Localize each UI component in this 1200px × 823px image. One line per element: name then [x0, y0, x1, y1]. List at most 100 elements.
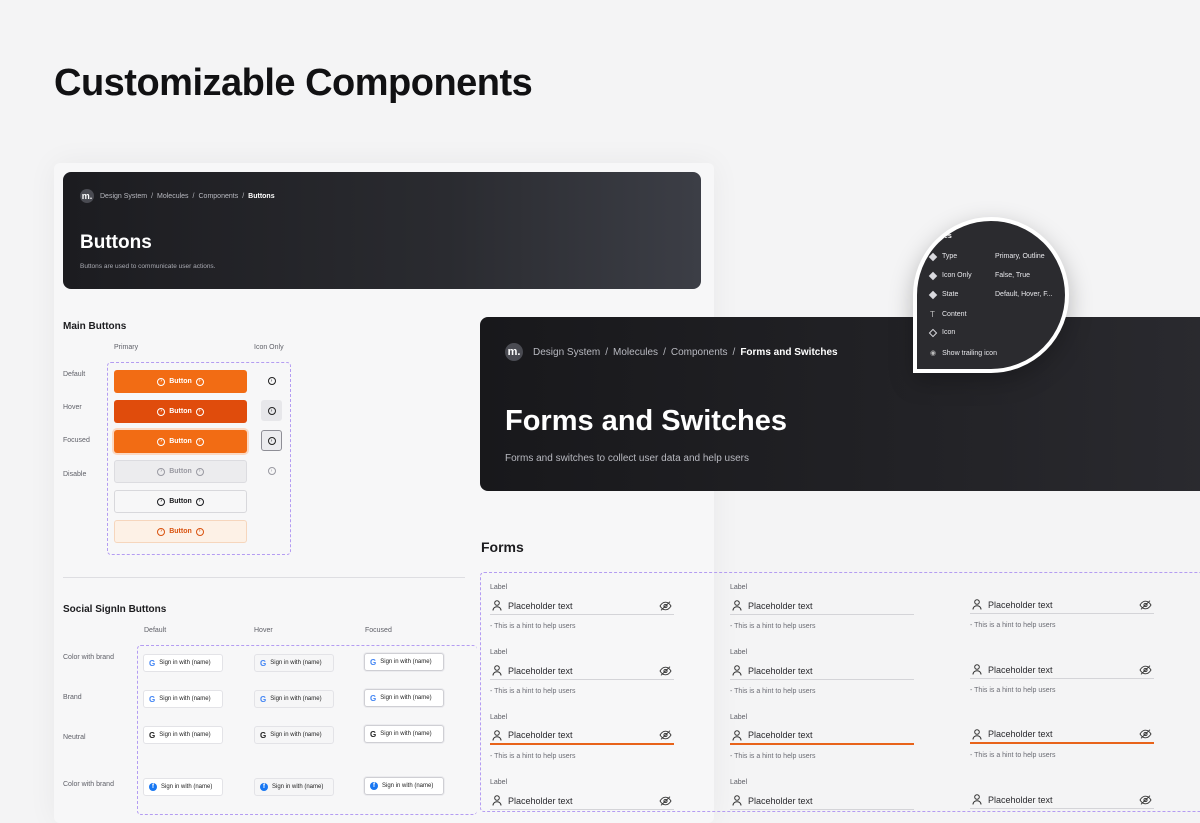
- row-label: Neutral: [63, 734, 86, 741]
- field-label: Label: [730, 779, 748, 786]
- row-label: Brand: [63, 694, 82, 701]
- google-signin-button[interactable]: G Sign in with (name): [143, 654, 223, 672]
- text-input[interactable]: Placeholder text: [490, 727, 674, 745]
- property-row[interactable]: ◉ Show trailing icon: [930, 349, 997, 358]
- eye-off-icon[interactable]: [659, 795, 672, 806]
- hero-subtitle: Buttons are used to communicate user act…: [80, 263, 216, 270]
- input-placeholder: Placeholder text: [508, 665, 573, 676]
- text-input[interactable]: Placeholder text: [970, 791, 1154, 809]
- primary-button-focused[interactable]: › Button ›: [114, 430, 247, 453]
- facebook-icon: f: [149, 783, 157, 791]
- eye-off-icon[interactable]: [1139, 729, 1152, 739]
- property-row[interactable]: T Content: [930, 310, 967, 319]
- text-input[interactable]: Placeholder text: [490, 792, 674, 810]
- user-icon: [492, 665, 502, 676]
- icon-button-disabled: ›: [261, 460, 282, 481]
- arrow-icon: ›: [267, 376, 276, 385]
- facebook-signin-button[interactable]: f Sign in with (name): [143, 778, 223, 796]
- text-input[interactable]: Placeholder text: [970, 726, 1154, 744]
- field-label: Label: [730, 649, 748, 656]
- google-signin-button[interactable]: G Sign in with (name): [254, 726, 334, 744]
- user-icon: [732, 600, 742, 611]
- diamond-outline-icon: [928, 328, 938, 337]
- soft-button[interactable]: › Button ›: [114, 520, 247, 543]
- forms-hero: m. Design System / Molecules / Components /…: [480, 317, 1200, 491]
- text-input[interactable]: Placeholder text: [490, 662, 674, 680]
- user-icon: [732, 729, 742, 741]
- eye-off-icon[interactable]: [659, 665, 672, 676]
- google-signin-button[interactable]: G Sign in with (name): [364, 653, 444, 671]
- eye-icon: ◉: [930, 350, 937, 357]
- icon-button-default[interactable]: ›: [261, 370, 282, 391]
- button-label: Sign in with (name): [380, 731, 432, 737]
- button-label: Sign in with (name): [159, 660, 211, 666]
- eye-off-icon[interactable]: [1139, 664, 1152, 675]
- property-row[interactable]: Icon Only False, True: [928, 271, 1030, 280]
- property-name: Show trailing icon: [942, 349, 997, 357]
- hero-subtitle: Forms and switches to collect user data …: [505, 453, 750, 464]
- breadcrumb-item[interactable]: Components: [199, 193, 239, 200]
- button-label: Sign in with (name): [159, 732, 211, 738]
- hero-title: Buttons: [80, 232, 152, 253]
- arrow-icon: ›: [157, 407, 166, 416]
- property-row[interactable]: State Default, Hover, F...: [928, 290, 1053, 299]
- text-input[interactable]: Placeholder text: [490, 597, 674, 615]
- section-title: Social SignIn Buttons: [63, 604, 167, 615]
- breadcrumb-item[interactable]: Components: [671, 347, 728, 358]
- button-label: Button: [169, 498, 192, 505]
- user-icon: [492, 795, 502, 806]
- breadcrumb-item[interactable]: Molecules: [157, 193, 189, 200]
- google-icon: G: [370, 693, 377, 703]
- google-signin-button[interactable]: G Sign in with (name): [143, 690, 223, 708]
- outline-button[interactable]: › Button ›: [114, 490, 247, 513]
- button-label: Sign in with (name): [161, 784, 213, 790]
- text-input[interactable]: Placeholder text: [730, 727, 914, 745]
- property-row[interactable]: Type Primary, Outline: [928, 252, 1045, 261]
- button-label: Sign in with (name): [159, 696, 211, 702]
- text-input[interactable]: Placeholder text: [730, 792, 914, 810]
- column-label: Default: [144, 627, 167, 634]
- facebook-signin-button[interactable]: f Sign in with (name): [364, 777, 444, 795]
- google-icon: G: [149, 658, 156, 668]
- google-signin-button[interactable]: G Sign in with (name): [254, 654, 334, 672]
- primary-button-hover[interactable]: › Button ›: [114, 400, 247, 423]
- user-icon: [972, 664, 982, 675]
- eye-off-icon[interactable]: [659, 730, 672, 740]
- text-input[interactable]: Placeholder text: [970, 661, 1154, 679]
- field-label: Label: [490, 714, 508, 721]
- row-label: Default: [63, 371, 86, 378]
- breadcrumb: Design System / Molecules / Components / Bu…: [100, 192, 275, 200]
- property-value: Primary, Outline: [995, 253, 1045, 260]
- facebook-signin-button[interactable]: f Sign in with (name): [254, 778, 334, 796]
- google-signin-button[interactable]: G Sign in with (name): [143, 726, 223, 744]
- button-label: Sign in with (name): [272, 784, 324, 790]
- field-label: Label: [730, 714, 748, 721]
- input-placeholder: Placeholder text: [748, 795, 813, 806]
- icon-button-focused[interactable]: ›: [261, 430, 282, 451]
- hero-title: Forms and Switches: [505, 405, 788, 437]
- icon-button-hover[interactable]: ›: [261, 400, 282, 421]
- google-signin-button[interactable]: G Sign in with (name): [364, 689, 444, 707]
- text-input[interactable]: Placeholder text: [730, 662, 914, 680]
- user-icon: [972, 599, 982, 610]
- eye-off-icon[interactable]: [659, 600, 672, 611]
- breadcrumb-item[interactable]: Design System: [533, 347, 600, 358]
- row-label: Disable: [63, 471, 87, 478]
- google-signin-button[interactable]: G Sign in with (name): [364, 725, 444, 743]
- property-row[interactable]: Icon: [928, 328, 955, 337]
- breadcrumb-item[interactable]: Design System: [100, 193, 147, 200]
- field-hint: - This is a hint to help users: [490, 688, 576, 695]
- eye-off-icon[interactable]: [1139, 599, 1152, 610]
- breadcrumb-current: Forms and Switches: [740, 346, 838, 358]
- text-input[interactable]: Placeholder text: [730, 597, 914, 615]
- field-hint: - This is a hint to help users: [970, 687, 1056, 694]
- google-signin-button[interactable]: G Sign in with (name): [254, 690, 334, 708]
- arrow-icon: ›: [267, 466, 276, 475]
- text-input[interactable]: Placeholder text: [970, 596, 1154, 614]
- primary-button-default[interactable]: › Button ›: [114, 370, 247, 393]
- row-label: Color with brand: [63, 654, 114, 661]
- field-hint: - This is a hint to help users: [490, 623, 576, 630]
- section-title: Forms: [481, 539, 524, 555]
- breadcrumb-item[interactable]: Molecules: [613, 347, 658, 358]
- google-icon: G: [260, 658, 267, 668]
